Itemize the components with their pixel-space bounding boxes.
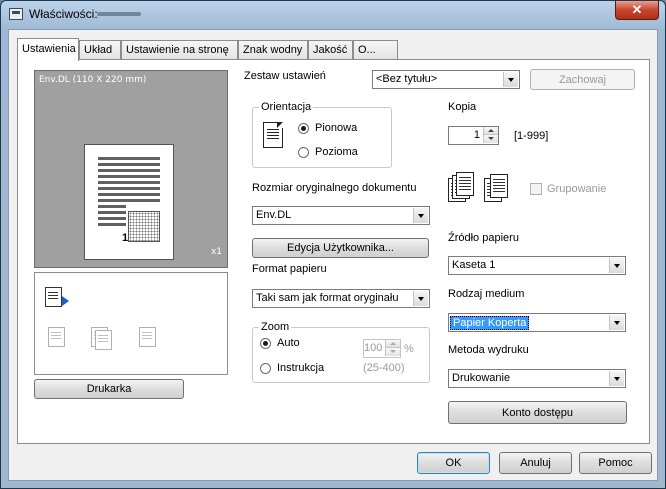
page-preview: Env.DL (110 X 220 mm) 1 x1 <box>34 70 228 268</box>
copies-stepper[interactable]: 1 <box>448 126 499 145</box>
output-method-value: Drukowanie <box>452 372 511 384</box>
preview-page-number: 1 <box>122 232 129 244</box>
text-line <box>98 211 126 214</box>
collate-label[interactable]: Grupowanie <box>547 183 606 195</box>
text-line <box>98 205 126 208</box>
title-bar[interactable]: Właściwości: ✕ <box>1 1 665 29</box>
copies-value: 1 <box>473 129 480 141</box>
tab-ustawienie-na-strone[interactable]: Ustawienie na stronę <box>121 40 238 60</box>
orientation-title: Orientacja <box>259 101 314 113</box>
dialog-client: Ustawienia Układ Ustawienie na stronę Zn… <box>8 29 658 481</box>
zoom-range: (25-400) <box>363 362 405 374</box>
printer-settings-icon[interactable] <box>45 287 71 311</box>
spin-up-icon[interactable] <box>483 127 498 135</box>
portrait-label[interactable]: Pionowa <box>315 122 357 134</box>
portrait-page-icon <box>263 122 283 148</box>
printer-button[interactable]: Drukarka <box>34 379 184 399</box>
zoom-value-stepper[interactable]: 100 <box>363 339 401 358</box>
preview-paper-label: Env.DL (110 X 220 mm) <box>39 75 147 85</box>
zoom-manual-label[interactable]: Instrukcja <box>277 362 324 374</box>
media-type-label: Rodzaj medium <box>448 288 525 300</box>
tab-o[interactable]: O... <box>353 40 398 60</box>
watermark-icon <box>137 327 163 351</box>
paper-format-select[interactable]: Taki sam jak format oryginału <box>252 289 430 308</box>
help-button[interactable]: Pomoc <box>579 452 652 474</box>
collated-stack-icon <box>484 172 514 204</box>
text-line <box>98 187 160 190</box>
save-preset-button[interactable]: Zachowaj <box>530 69 635 90</box>
zoom-auto-radio[interactable] <box>260 338 271 349</box>
paper-source-select[interactable]: Kaseta 1 <box>448 256 626 275</box>
presets-select[interactable]: <Bez tytułu> <box>372 70 520 89</box>
landscape-label[interactable]: Pozioma <box>315 146 358 158</box>
chevron-down-icon <box>609 258 624 273</box>
stapling-icon <box>45 327 71 351</box>
original-size-value: Env.DL <box>256 209 292 221</box>
collate-checkbox[interactable] <box>530 183 542 195</box>
text-line <box>98 181 160 184</box>
properties-window: Właściwości: ✕ Ustawienia Układ Ustawien… <box>0 0 666 489</box>
close-button[interactable]: ✕ <box>615 1 659 20</box>
spin-down-icon[interactable] <box>483 135 498 143</box>
output-method-label: Metoda wydruku <box>448 344 529 356</box>
presets-value: <Bez tytułu> <box>376 73 438 85</box>
output-method-select[interactable]: Drukowanie <box>448 369 626 388</box>
text-line <box>98 217 126 220</box>
copies-label: Kopia <box>448 101 477 113</box>
image-placeholder-icon <box>128 211 160 242</box>
text-line <box>98 169 160 172</box>
cancel-button[interactable]: Anuluj <box>499 452 572 474</box>
media-type-value: Papier Koperta <box>450 316 530 330</box>
original-size-label: Rozmiar oryginalnego dokumentu <box>252 182 417 194</box>
zoom-unit: % <box>404 343 414 355</box>
preview-page: 1 <box>84 144 174 260</box>
user-edit-button[interactable]: Edycja Użytkownika... <box>252 238 429 258</box>
zoom-title: Zoom <box>259 321 292 333</box>
uncollated-stack-icon <box>448 172 478 204</box>
paper-format-label: Format papieru <box>252 263 327 275</box>
zoom-manual-radio[interactable] <box>260 363 271 374</box>
function-icon-panel <box>34 272 228 375</box>
settings-panel: Env.DL (110 X 220 mm) 1 x1 Drukarka Zest… <box>17 59 650 444</box>
orientation-group: Orientacja Pionowa Pozioma <box>252 101 392 168</box>
chevron-down-icon <box>609 315 624 330</box>
spin-down-icon[interactable] <box>385 348 400 356</box>
zoom-auto-label[interactable]: Auto <box>277 337 300 349</box>
text-line <box>98 163 160 166</box>
ok-button[interactable]: OK <box>417 452 490 474</box>
text-line <box>98 223 126 226</box>
printer-icon <box>9 8 23 20</box>
paper-source-label: Źródło papieru <box>448 232 519 244</box>
presets-label: Zestaw ustawień <box>244 70 326 82</box>
copies-range: [1-999] <box>514 130 549 142</box>
text-line <box>98 199 160 202</box>
chevron-down-icon <box>413 208 428 223</box>
text-line <box>98 193 160 196</box>
tab-jakosc[interactable]: Jakość <box>308 40 353 60</box>
text-line <box>98 157 160 160</box>
tab-uklad[interactable]: Układ <box>79 40 121 60</box>
chevron-down-icon <box>413 291 428 306</box>
zoom-value: 100 <box>364 342 383 354</box>
tab-ustawienia[interactable]: Ustawienia <box>17 38 79 61</box>
tab-znak-wodny[interactable]: Znak wodny <box>238 40 308 60</box>
portrait-radio[interactable] <box>298 123 309 134</box>
preview-copies: x1 <box>210 247 222 257</box>
window-title: Właściwości: <box>29 7 98 21</box>
text-line <box>98 175 160 178</box>
paper-format-value: Taki sam jak format oryginału <box>256 292 399 304</box>
chevron-down-icon <box>503 72 518 87</box>
punching-icon <box>91 327 117 351</box>
media-type-select[interactable]: Papier Koperta <box>448 313 626 332</box>
paper-source-value: Kaseta 1 <box>452 259 496 271</box>
landscape-radio[interactable] <box>298 147 309 158</box>
account-track-button[interactable]: Konto dostępu <box>448 401 627 424</box>
zoom-group: Zoom Auto 100 % Instrukcja (25-400) <box>252 321 430 383</box>
chevron-down-icon <box>609 371 624 386</box>
redacted-printer-name <box>97 12 141 16</box>
spin-up-icon[interactable] <box>385 340 400 348</box>
original-size-select[interactable]: Env.DL <box>252 206 430 225</box>
